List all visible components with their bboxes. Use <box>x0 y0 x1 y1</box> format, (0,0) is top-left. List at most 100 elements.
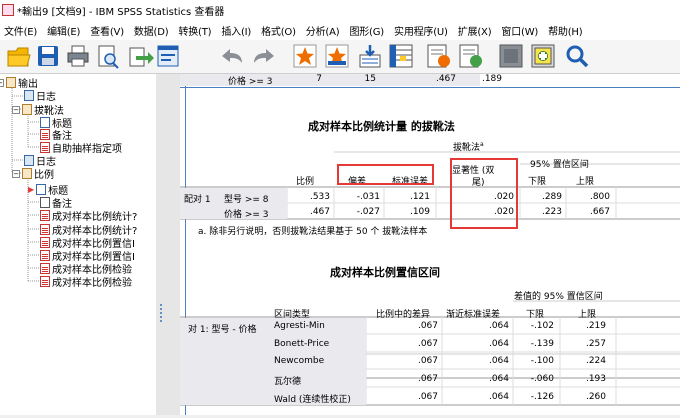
collapse-toggle-icon[interactable]: − <box>0 78 4 87</box>
designate-window-icon[interactable] <box>499 44 523 68</box>
log-icon <box>24 90 34 101</box>
table2-cell: -.126 <box>530 392 554 402</box>
tbl-icon <box>40 237 50 248</box>
go-to-case-icon[interactable] <box>325 44 349 68</box>
table2-cell: -.060 <box>530 374 554 384</box>
current-item-arrow-icon: ▶ <box>28 185 35 194</box>
table2-cell: .064 <box>488 339 509 349</box>
table2-cell: .064 <box>488 356 509 366</box>
splitter-grip <box>160 304 162 322</box>
menu-item[interactable]: 扩展(X) <box>454 23 498 38</box>
chart-builder-icon[interactable] <box>427 44 450 68</box>
title-icon <box>40 117 50 128</box>
menu-bar: 文件(E) 编辑(E) 查看(V) 数据(D) 转换(T) 插入(I) 格式(O) 分析(A)… <box>0 20 680 40</box>
add-icon[interactable] <box>531 44 555 68</box>
undo-icon[interactable] <box>222 49 242 63</box>
note-icon <box>40 197 50 208</box>
table2-col-header: 上限 <box>578 310 597 320</box>
table2-cell: .193 <box>585 374 606 384</box>
toolbar <box>0 40 680 74</box>
tbl-icon <box>40 250 50 261</box>
menu-item[interactable]: 编辑(E) <box>43 23 86 38</box>
table2-cell: .067 <box>417 321 438 331</box>
tree-item-label: 自助抽样指定项 <box>52 144 122 155</box>
collapse-toggle-icon[interactable]: − <box>12 169 20 178</box>
table2-row-group: 对 1: 型号 - 价格 <box>188 325 257 335</box>
table2-row-label: Wald (连续性校正) <box>274 395 351 405</box>
menu-item[interactable]: 插入(I) <box>217 23 257 38</box>
output-content-pane[interactable]: 价格 >= 3 7 15 .467 .189 成对样本比例统计量 的拔靴法 拔靴… <box>180 74 680 415</box>
book-icon <box>22 104 32 115</box>
menu-item[interactable]: 数据(D) <box>130 23 175 38</box>
table2-row-label: Bonett-Price <box>274 339 330 349</box>
table2-col-header: 比例中的差异 <box>376 310 431 320</box>
tree-item-label: 成对样本比例统计? <box>52 212 138 223</box>
table2-cell: .067 <box>417 356 438 366</box>
print-preview-icon[interactable] <box>98 45 119 69</box>
app-icon <box>2 4 14 16</box>
save-icon[interactable] <box>38 46 58 66</box>
tree-item-label: 比例 <box>34 170 54 181</box>
table2-cell: .257 <box>585 339 606 349</box>
table2-cell: -.102 <box>530 321 554 331</box>
table2-cell: .224 <box>585 356 606 366</box>
table2-cell: .067 <box>417 374 438 384</box>
pane-splitter[interactable] <box>156 74 180 415</box>
tbl-icon <box>40 129 50 140</box>
log-icon <box>24 155 34 166</box>
tree-item[interactable]: 成对样本比例检验 <box>40 275 132 289</box>
menu-item[interactable]: 图形(G) <box>345 23 390 38</box>
table2-cell: .067 <box>417 392 438 402</box>
table2-cell: .064 <box>488 374 509 384</box>
pivot-icon[interactable] <box>459 44 482 68</box>
tree-item-label: 成对样本比例检验 <box>52 278 132 289</box>
go-to-data-icon[interactable] <box>293 44 317 68</box>
menu-item[interactable]: 格式(O) <box>257 23 302 38</box>
book-icon <box>22 168 32 179</box>
tree-item[interactable]: 日志 <box>24 89 56 103</box>
title-bar: *輸出9 [文档9] - IBM SPSS Statistics 查看器 <box>0 0 680 20</box>
outline-pane: −输出日志−拔靴法标题备注自助抽样指定项日志−比例▶标题备注成对样本比例统计?成… <box>0 74 156 415</box>
export-icon[interactable] <box>129 47 154 67</box>
title-icon <box>36 184 47 195</box>
table2-cell: -.100 <box>530 356 554 366</box>
tbl-icon <box>40 263 50 274</box>
menu-item[interactable]: 查看(V) <box>86 23 130 38</box>
tbl-icon <box>40 224 50 235</box>
table2-cell: .260 <box>585 392 606 402</box>
tree-item[interactable]: − 比例 <box>12 167 54 181</box>
collapse-toggle-icon[interactable]: − <box>12 105 20 114</box>
insert-output-icon[interactable] <box>389 44 413 68</box>
table2-cell: -.139 <box>530 339 554 349</box>
table2-col-header: 渐近标准误差 <box>446 310 501 320</box>
open-folder-icon[interactable] <box>7 47 31 67</box>
table2-cell: .219 <box>585 321 606 331</box>
tree-item-label: 日志 <box>36 92 56 103</box>
menu-item[interactable]: 文件(E) <box>0 23 43 38</box>
tbl-icon <box>40 210 50 221</box>
book-icon <box>6 77 16 88</box>
menu-item[interactable]: 帮助(H) <box>544 23 588 38</box>
table2-cell: .067 <box>417 339 438 349</box>
variables-icon[interactable] <box>359 45 381 68</box>
redo-icon[interactable] <box>254 49 274 63</box>
table2-row-label: Agresti-Min <box>274 321 325 331</box>
table2-row-label: 瓦尔德 <box>274 377 302 387</box>
toolbar-icons <box>7 44 589 69</box>
table2-col-header: 下限 <box>526 310 545 320</box>
tbl-icon <box>40 276 50 287</box>
menu-item[interactable]: 转换(T) <box>174 23 217 38</box>
table2-cell: .064 <box>488 392 509 402</box>
print-icon[interactable] <box>67 45 89 67</box>
tbl-icon <box>40 142 50 153</box>
menu-item[interactable]: 分析(A) <box>302 23 346 38</box>
menu-item[interactable]: 实用程序(U) <box>390 23 454 38</box>
tree-item[interactable]: 成对样本比例统计? <box>40 209 138 223</box>
search-icon[interactable] <box>566 45 589 68</box>
tree-item[interactable]: − 输出 <box>0 76 38 90</box>
tree-item-label: 输出 <box>18 79 38 90</box>
recall-dialog-icon[interactable] <box>157 45 179 67</box>
table2-row-label: Newcombe <box>274 356 325 366</box>
table2-cell: .064 <box>488 321 509 331</box>
menu-item[interactable]: 窗口(W) <box>497 23 544 38</box>
